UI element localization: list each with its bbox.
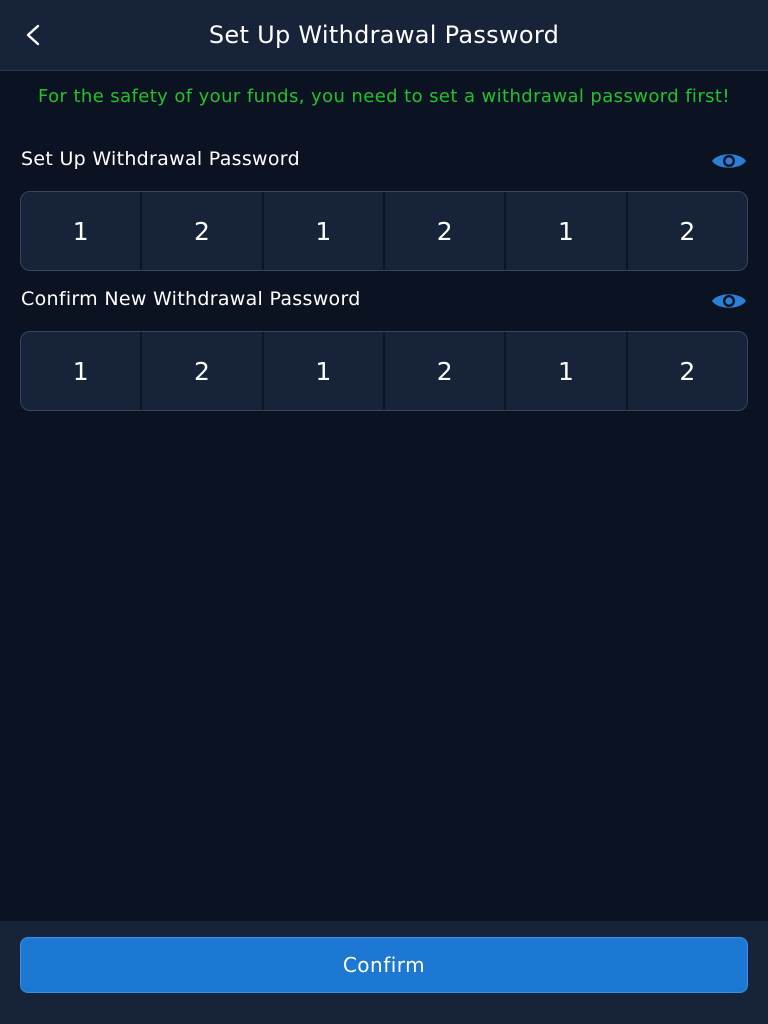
safety-notice: For the safety of your funds, you need t… (38, 86, 730, 107)
confirm-button[interactable]: Confirm (20, 937, 748, 993)
eye-icon (712, 154, 746, 168)
toggle-confirm-visibility-button[interactable] (710, 289, 748, 313)
confirm-digit-4[interactable]: 2 (385, 332, 507, 410)
toggle-password-visibility-button[interactable] (710, 149, 748, 173)
confirm-digit-2[interactable]: 2 (142, 332, 264, 410)
confirm-digit-3[interactable]: 1 (264, 332, 385, 410)
footer-bar: Confirm (0, 921, 768, 1024)
password-digit-3[interactable]: 1 (264, 192, 385, 270)
page-title: Set Up Withdrawal Password (208, 21, 560, 49)
password-digit-1[interactable]: 1 (21, 192, 143, 270)
password-label: Set Up Withdrawal Password (21, 148, 300, 170)
password-digit-2[interactable]: 2 (142, 192, 264, 270)
password-digit-6[interactable]: 2 (628, 192, 747, 270)
confirm-password-label: Confirm New Withdrawal Password (21, 288, 361, 310)
password-digit-5[interactable]: 1 (506, 192, 628, 270)
confirm-digit-5[interactable]: 1 (506, 332, 628, 410)
password-code-input[interactable]: 1 2 1 2 1 2 (20, 191, 748, 271)
password-digit-4[interactable]: 2 (385, 192, 507, 270)
top-bar: Set Up Withdrawal Password (0, 0, 768, 71)
confirm-password-code-input[interactable]: 1 2 1 2 1 2 (20, 331, 748, 411)
confirm-digit-6[interactable]: 2 (628, 332, 747, 410)
eye-icon (712, 294, 746, 308)
confirm-digit-1[interactable]: 1 (21, 332, 143, 410)
